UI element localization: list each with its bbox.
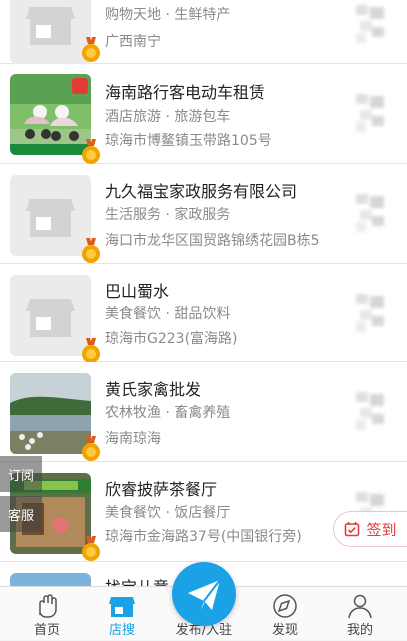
tab-home[interactable]: 首页 <box>12 587 82 641</box>
paper-plane-icon <box>188 579 221 610</box>
listing-address: 海南琼海 <box>105 431 161 447</box>
blurred-image <box>356 294 386 332</box>
listing-title: 九久福宝家政服务有限公司 <box>105 182 298 201</box>
hand-icon <box>39 594 57 618</box>
listing-address: 海口市龙华区国贸路锦绣花园B栋5 <box>105 233 320 249</box>
medal-icon <box>82 436 100 461</box>
tab-label: 首页 <box>33 623 60 638</box>
shop-placeholder-icon <box>10 0 91 64</box>
medal-icon <box>82 139 100 164</box>
blurred-image <box>356 94 386 132</box>
calendar-check-icon <box>345 522 360 537</box>
medal-icon <box>82 338 100 363</box>
medal-icon <box>82 238 100 263</box>
listing-thumbnail <box>10 175 91 256</box>
listing-category: 美食餐饮 · 饭店餐厅 <box>105 505 231 521</box>
signin-button[interactable]: 签到 <box>333 511 407 547</box>
listing-address: 琼海市金海路37号(中国银行旁) <box>105 529 302 545</box>
tab-label: 发现 <box>271 623 298 638</box>
listing-category: 购物天地 · 生鲜特产 <box>105 7 231 23</box>
shop-placeholder-icon <box>10 175 91 256</box>
medal-icon <box>82 536 100 561</box>
customer-service-tab[interactable]: 客服 <box>0 496 42 532</box>
listing-category: 美食餐饮 · 甜品饮料 <box>105 306 231 322</box>
listing-title: 黄氏家禽批发 <box>105 380 202 399</box>
publish-fab-button[interactable] <box>172 562 236 626</box>
listing-title: 欣睿披萨茶餐厅 <box>105 480 218 499</box>
blurred-image <box>356 194 386 232</box>
tab-mine[interactable]: 我的 <box>325 587 395 641</box>
store-icon <box>109 597 135 617</box>
list-item[interactable]: 黄氏家禽批发 农林牧渔 · 畜禽养殖 海南琼海 <box>0 362 407 462</box>
listing-thumbnail <box>10 373 91 454</box>
listing-thumbnail <box>10 275 91 356</box>
tab-label: 我的 <box>346 623 373 638</box>
medal-icon <box>82 37 100 62</box>
tab-discover[interactable]: 发现 <box>250 587 320 641</box>
compass-icon <box>273 594 297 618</box>
listing-address: 广西南宁 <box>105 34 161 50</box>
listing-address: 琼海市博鳌镇玉带路105号 <box>105 133 272 149</box>
person-icon <box>348 594 372 619</box>
list-item[interactable]: 九久福宝家政服务有限公司 生活服务 · 家政服务 海口市龙华区国贸路锦绣花园B栋… <box>0 164 407 264</box>
listing-category: 生活服务 · 家政服务 <box>105 207 231 223</box>
tab-store-search[interactable]: 店搜 <box>87 587 157 641</box>
listing-thumbnail <box>10 0 91 64</box>
blurred-image <box>356 5 386 43</box>
listing-title: 巴山蜀水 <box>105 282 170 301</box>
subscribe-tab[interactable]: 订阅 <box>0 456 42 492</box>
list-item[interactable]: 巴山蜀水 美食餐饮 · 甜品饮料 琼海市G223(富海路) <box>0 264 407 363</box>
signin-label: 签到 <box>366 520 397 539</box>
listing-address: 琼海市G223(富海路) <box>105 331 238 347</box>
list-item[interactable]: 海南路行客电动车租赁 酒店旅游 · 旅游包车 琼海市博鳌镇玉带路105号 <box>0 64 407 164</box>
scooter-photo <box>10 74 91 155</box>
shop-placeholder-icon <box>10 275 91 356</box>
poultry-photo <box>10 373 91 454</box>
blurred-image <box>356 392 386 430</box>
listing-category: 酒店旅游 · 旅游包车 <box>105 109 231 125</box>
listing-thumbnail <box>10 74 91 155</box>
list-item[interactable]: 购物天地 · 生鲜特产 广西南宁 <box>0 0 407 64</box>
listing-category: 农林牧渔 · 畜禽养殖 <box>105 405 231 421</box>
tab-label: 店搜 <box>108 623 135 638</box>
listing-title: 海南路行客电动车租赁 <box>105 83 266 102</box>
